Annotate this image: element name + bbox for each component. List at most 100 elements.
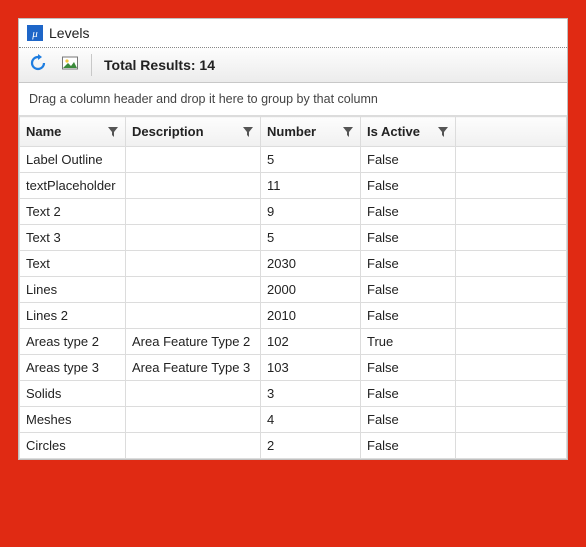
cell-isactive[interactable]: True [361, 329, 456, 355]
table-row[interactable]: Text 2030False [20, 251, 567, 277]
refresh-button[interactable] [25, 52, 51, 78]
svg-text:μ: μ [31, 28, 38, 40]
cell-name[interactable]: Lines [20, 277, 126, 303]
cell-name[interactable]: Text 2 [20, 199, 126, 225]
cell-description[interactable] [126, 173, 261, 199]
cell-isactive[interactable]: False [361, 199, 456, 225]
cell-name[interactable]: Solids [20, 381, 126, 407]
cell-name[interactable]: Areas type 3 [20, 355, 126, 381]
results-grid: Name Description Number [19, 116, 567, 459]
cell-isactive[interactable]: False [361, 355, 456, 381]
cell-name[interactable]: Circles [20, 433, 126, 459]
table-row[interactable]: Lines 2000False [20, 277, 567, 303]
cell-isactive[interactable]: False [361, 433, 456, 459]
column-label: Is Active [367, 124, 420, 139]
cell-description[interactable] [126, 251, 261, 277]
table-row[interactable]: Lines 2 2010False [20, 303, 567, 329]
table-row[interactable]: Meshes 4False [20, 407, 567, 433]
cell-extra [456, 199, 567, 225]
column-header-isactive[interactable]: Is Active [361, 117, 456, 147]
cell-description[interactable] [126, 225, 261, 251]
cell-description[interactable]: Area Feature Type 2 [126, 329, 261, 355]
cell-name[interactable]: Lines 2 [20, 303, 126, 329]
cell-number[interactable]: 5 [261, 225, 361, 251]
table-row[interactable]: Label Outline 5False [20, 147, 567, 173]
cell-isactive[interactable]: False [361, 407, 456, 433]
column-header-description[interactable]: Description [126, 117, 261, 147]
table-row[interactable]: Text 3 5False [20, 225, 567, 251]
cell-extra [456, 329, 567, 355]
cell-description[interactable] [126, 303, 261, 329]
refresh-icon [29, 54, 47, 77]
cell-name[interactable]: Areas type 2 [20, 329, 126, 355]
total-results-label: Total Results: 14 [100, 57, 215, 73]
cell-extra [456, 277, 567, 303]
filter-icon[interactable] [107, 126, 119, 138]
cell-number[interactable]: 9 [261, 199, 361, 225]
cell-number[interactable]: 5 [261, 147, 361, 173]
cell-number[interactable]: 2 [261, 433, 361, 459]
image-icon [61, 54, 79, 77]
group-by-hint[interactable]: Drag a column header and drop it here to… [19, 83, 567, 116]
cell-name[interactable]: Meshes [20, 407, 126, 433]
table-row[interactable]: Text 2 9False [20, 199, 567, 225]
table-row[interactable]: Circles 2False [20, 433, 567, 459]
levels-panel: μ Levels Total Res [18, 18, 568, 460]
cell-number[interactable]: 11 [261, 173, 361, 199]
cell-isactive[interactable]: False [361, 173, 456, 199]
cell-isactive[interactable]: False [361, 251, 456, 277]
cell-number[interactable]: 4 [261, 407, 361, 433]
filter-icon[interactable] [242, 126, 254, 138]
column-label: Number [267, 124, 316, 139]
cell-extra [456, 147, 567, 173]
cell-isactive[interactable]: False [361, 147, 456, 173]
column-label: Description [132, 124, 204, 139]
cell-number[interactable]: 102 [261, 329, 361, 355]
cell-name[interactable]: Text 3 [20, 225, 126, 251]
table-row[interactable]: Areas type 2Area Feature Type 2102True [20, 329, 567, 355]
cell-extra [456, 225, 567, 251]
cell-extra [456, 355, 567, 381]
cell-name[interactable]: Text [20, 251, 126, 277]
window-title: Levels [49, 25, 89, 41]
cell-description[interactable] [126, 433, 261, 459]
filter-icon[interactable] [342, 126, 354, 138]
cell-description[interactable] [126, 277, 261, 303]
app-icon: μ [27, 25, 43, 41]
titlebar: μ Levels [19, 19, 567, 48]
cell-extra [456, 407, 567, 433]
cell-isactive[interactable]: False [361, 381, 456, 407]
cell-extra [456, 433, 567, 459]
cell-description[interactable] [126, 147, 261, 173]
cell-number[interactable]: 103 [261, 355, 361, 381]
cell-description[interactable] [126, 199, 261, 225]
cell-extra [456, 381, 567, 407]
cell-number[interactable]: 2010 [261, 303, 361, 329]
column-label: Name [26, 124, 61, 139]
cell-number[interactable]: 2030 [261, 251, 361, 277]
cell-name[interactable]: textPlaceholder [20, 173, 126, 199]
cell-name[interactable]: Label Outline [20, 147, 126, 173]
cell-extra [456, 303, 567, 329]
table-row[interactable]: Areas type 3Area Feature Type 3103False [20, 355, 567, 381]
column-header-number[interactable]: Number [261, 117, 361, 147]
table-row[interactable]: Solids 3False [20, 381, 567, 407]
cell-number[interactable]: 2000 [261, 277, 361, 303]
image-button[interactable] [57, 52, 83, 78]
column-header-name[interactable]: Name [20, 117, 126, 147]
grid-body: Label Outline5FalsetextPlaceholder11Fals… [20, 147, 567, 459]
cell-description[interactable] [126, 407, 261, 433]
cell-extra [456, 173, 567, 199]
cell-number[interactable]: 3 [261, 381, 361, 407]
filter-icon[interactable] [437, 126, 449, 138]
table-row[interactable]: textPlaceholder 11False [20, 173, 567, 199]
toolbar-separator [91, 54, 92, 76]
cell-description[interactable]: Area Feature Type 3 [126, 355, 261, 381]
cell-description[interactable] [126, 381, 261, 407]
header-row: Name Description Number [20, 117, 567, 147]
cell-isactive[interactable]: False [361, 277, 456, 303]
toolbar: Total Results: 14 [19, 48, 567, 83]
cell-isactive[interactable]: False [361, 303, 456, 329]
column-header-extra[interactable] [456, 117, 567, 147]
cell-isactive[interactable]: False [361, 225, 456, 251]
